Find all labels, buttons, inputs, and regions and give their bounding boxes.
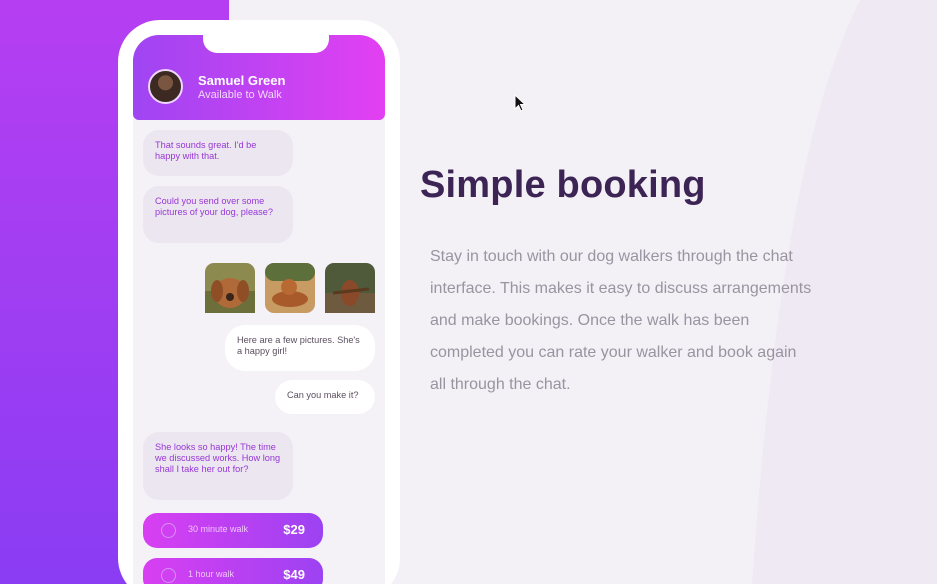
radio-button[interactable]: [161, 568, 176, 583]
dog-photo-2[interactable]: [265, 263, 315, 313]
walk-option-30-minute[interactable]: 30 minute walk $29: [143, 513, 323, 548]
message-bubble-received: That sounds great. I'd be happy with tha…: [143, 130, 293, 176]
dog-photo-1[interactable]: [205, 263, 255, 313]
walk-option-1-hour[interactable]: 1 hour walk $49: [143, 558, 323, 584]
message-bubble-received: Could you send over some pictures of you…: [143, 186, 293, 243]
chat-screen: Samuel Green Available to Walk That soun…: [133, 35, 385, 584]
contact-status: Available to Walk: [198, 89, 282, 101]
section-title: Simple booking: [420, 164, 706, 206]
walk-option-label: 30 minute walk: [188, 524, 249, 534]
walk-option-label: 1 hour walk: [188, 569, 235, 579]
message-bubble-received: She looks so happy! The time we discusse…: [143, 432, 293, 500]
message-bubble-sent: Can you make it?: [275, 380, 375, 414]
avatar[interactable]: [148, 69, 183, 104]
message-bubble-sent: Here are a few pictures. She's a happy g…: [225, 325, 375, 371]
radio-button[interactable]: [161, 523, 176, 538]
section-description: Stay in touch with our dog walkers throu…: [430, 248, 812, 393]
walk-option-price: $29: [283, 522, 305, 537]
mouse-pointer-icon: [514, 94, 526, 112]
phone-notch: [203, 35, 329, 53]
phone-mockup: Samuel Green Available to Walk That soun…: [118, 20, 400, 584]
dog-photo-3[interactable]: [325, 263, 375, 313]
contact-name: Samuel Green: [198, 73, 286, 88]
walk-option-price: $49: [283, 567, 305, 582]
